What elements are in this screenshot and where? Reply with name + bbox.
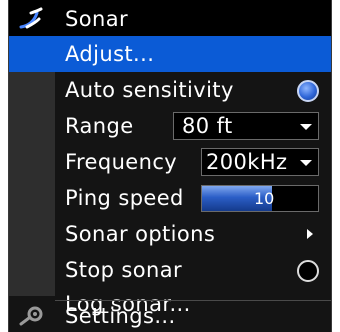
menu-item-label: Settings... bbox=[65, 304, 176, 328]
chevron-down-icon bbox=[300, 160, 312, 166]
frequency-dropdown[interactable]: 200kHz bbox=[201, 148, 319, 176]
sonar-menu: Sonar Adjust... Auto sensitivity Range 8… bbox=[8, 0, 332, 332]
menu-item-stop-sonar[interactable]: Stop sonar bbox=[9, 252, 331, 288]
ping-speed-slider[interactable]: 10 bbox=[201, 185, 319, 212]
menu-item-label: Range bbox=[65, 114, 134, 138]
menu-item-label: Sonar options bbox=[65, 222, 216, 246]
menu-item-label: Ping speed bbox=[65, 186, 184, 210]
menu-item-range[interactable]: Range 80 ft bbox=[9, 108, 331, 144]
menu-item-auto-sensitivity[interactable]: Auto sensitivity bbox=[9, 72, 331, 108]
menu-header: Sonar bbox=[9, 0, 331, 36]
frequency-value: 200kHz bbox=[206, 150, 288, 174]
sonar-icon bbox=[17, 5, 47, 31]
menu-item-label: Frequency bbox=[65, 150, 178, 174]
range-dropdown[interactable]: 80 ft bbox=[173, 112, 319, 140]
settings-icon bbox=[17, 304, 47, 330]
chevron-right-icon bbox=[307, 229, 313, 239]
auto-sensitivity-toggle[interactable] bbox=[297, 80, 319, 102]
menu-item-label: Stop sonar bbox=[65, 258, 183, 282]
ping-speed-value: 10 bbox=[254, 189, 275, 208]
stop-sonar-toggle[interactable] bbox=[297, 260, 319, 282]
range-value: 80 ft bbox=[182, 114, 233, 138]
menu-item-label: Auto sensitivity bbox=[65, 78, 234, 102]
chevron-down-icon bbox=[300, 124, 312, 130]
menu-divider bbox=[55, 300, 331, 301]
menu-item-adjust[interactable]: Adjust... bbox=[9, 36, 331, 72]
menu-item-sonar-options[interactable]: Sonar options bbox=[9, 216, 331, 252]
menu-item-label: Adjust... bbox=[65, 42, 155, 66]
menu-title: Sonar bbox=[65, 7, 128, 31]
menu-item-ping-speed[interactable]: Ping speed 10 bbox=[9, 180, 331, 216]
menu-item-settings[interactable]: Settings... bbox=[9, 302, 331, 332]
menu-item-frequency[interactable]: Frequency 200kHz bbox=[9, 144, 331, 180]
